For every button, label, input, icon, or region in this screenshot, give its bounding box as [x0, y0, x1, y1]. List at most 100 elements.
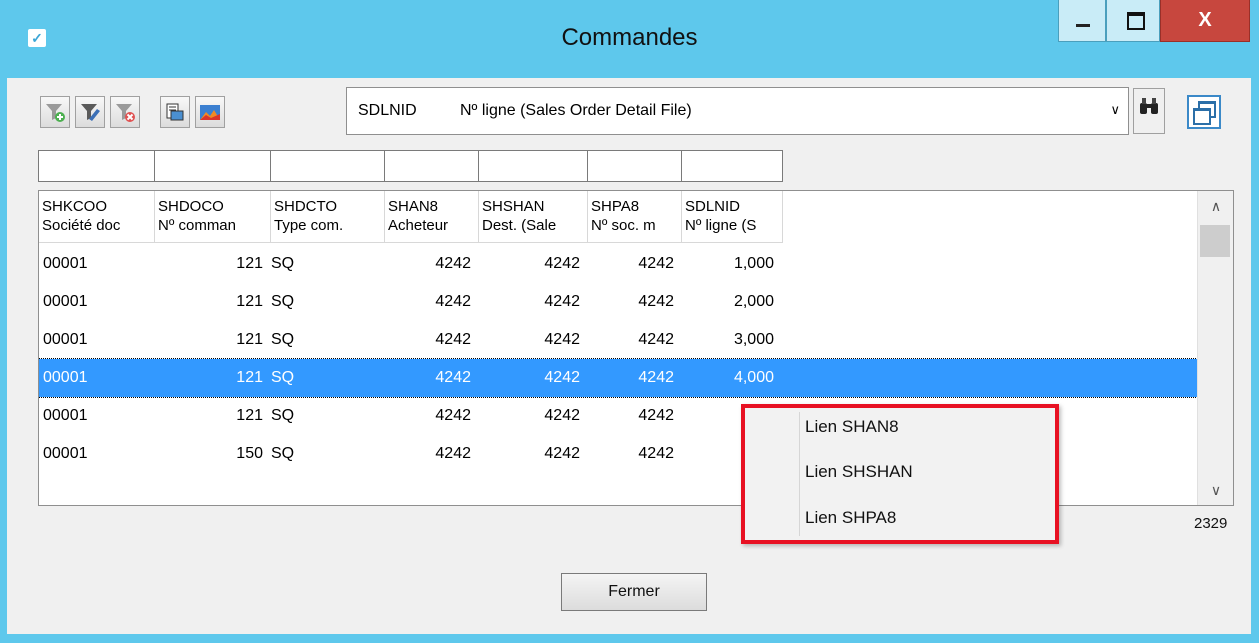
close-window-button[interactable]: X [1160, 0, 1250, 42]
menu-item-lien-shshan[interactable]: Lien SHSHAN [805, 462, 913, 482]
column-header[interactable]: SHDCTO Type com. [271, 191, 385, 243]
cell-shkcoo: 00001 [43, 331, 88, 348]
cell-shan8: 4242 [435, 407, 471, 424]
cell-shdoco: 121 [236, 293, 263, 310]
add-filter-icon[interactable] [40, 96, 70, 128]
context-menu: Lien SHAN8 Lien SHSHAN Lien SHPA8 [741, 404, 1059, 544]
menu-gutter [799, 412, 800, 536]
filter-input[interactable] [587, 150, 682, 182]
table-row-selected[interactable]: 00001 121 SQ 4242 4242 4242 4,000 [39, 358, 1198, 398]
scrollbar-thumb[interactable] [1200, 225, 1230, 257]
cell-shan8: 4242 [435, 293, 471, 310]
cell-shdoco: 121 [236, 369, 263, 386]
cell-shkcoo: 00001 [43, 255, 88, 272]
filter-input[interactable] [38, 150, 155, 182]
cell-shpa8: 4242 [638, 293, 674, 310]
column-code: SHPA8 [591, 198, 640, 215]
chevron-down-icon[interactable]: ∨ [1198, 475, 1233, 505]
cell-shdcto: SQ [271, 293, 295, 310]
window: ✓ Commandes X SDLNID Nº ligne (Sales Ord… [0, 0, 1259, 643]
cell-sdlnid: 1,000 [733, 255, 774, 272]
cell-shdcto: SQ [271, 445, 295, 462]
cell-shpa8: 4242 [638, 369, 674, 386]
grid-header: SHKCOO Société doc SHDOCO Nº comman SHDCTO… [39, 191, 783, 243]
column-header[interactable]: SHSHAN Dest. (Sale [479, 191, 588, 243]
cell-shshan: 4242 [544, 331, 580, 348]
chart-icon[interactable] [195, 96, 225, 128]
column-code: SDLNID [685, 198, 741, 215]
table-row[interactable]: 00001 121 SQ 4242 4242 4242 3,000 [39, 321, 1197, 359]
column-code: SHAN8 [388, 198, 439, 215]
cell-shdcto: SQ [271, 255, 295, 272]
filter-input[interactable] [154, 150, 271, 182]
column-header[interactable]: SHPA8 Nº soc. m [588, 191, 682, 243]
print-icon[interactable] [160, 96, 190, 128]
cell-shdoco: 121 [236, 407, 263, 424]
column-label: Dest. (Sale [482, 217, 557, 234]
restore-layout-icon[interactable] [1187, 95, 1221, 129]
column-label: Nº comman [158, 217, 236, 234]
cell-shshan: 4242 [544, 255, 580, 272]
chevron-down-icon[interactable]: ∨ [1110, 102, 1120, 118]
client-area: SDLNID Nº ligne (Sales Order Detail File… [7, 78, 1251, 634]
cell-shkcoo: 00001 [43, 407, 88, 424]
column-label: Type com. [274, 217, 344, 234]
record-count: 2329 [1194, 515, 1228, 532]
close-button[interactable]: Fermer [561, 573, 707, 611]
cell-shkcoo: 00001 [43, 293, 88, 310]
filter-input[interactable] [681, 150, 783, 182]
edit-filter-icon[interactable] [75, 96, 105, 128]
column-code: SHDOCO [158, 198, 224, 215]
cell-shan8: 4242 [435, 255, 471, 272]
field-code: SDLNID [358, 102, 417, 119]
cell-shdcto: SQ [271, 369, 295, 386]
cell-shan8: 4242 [435, 445, 471, 462]
vertical-scrollbar[interactable]: ∧ ∨ [1197, 191, 1233, 505]
column-label: Nº ligne (S [685, 217, 757, 234]
column-code: SHDCTO [274, 198, 338, 215]
column-header[interactable]: SDLNID Nº ligne (S [682, 191, 783, 243]
cell-shpa8: 4242 [638, 407, 674, 424]
column-header[interactable]: SHDOCO Nº comman [155, 191, 271, 243]
remove-filter-icon[interactable] [110, 96, 140, 128]
cell-shdoco: 121 [236, 255, 263, 272]
cell-shpa8: 4242 [638, 255, 674, 272]
cell-shdoco: 121 [236, 331, 263, 348]
title-bar[interactable]: ✓ Commandes X [0, 0, 1259, 78]
table-row[interactable]: 00001 121 SQ 4242 4242 4242 1,000 [39, 245, 1197, 283]
cell-shkcoo: 00001 [43, 445, 88, 462]
cell-sdlnid: 2,000 [733, 293, 774, 310]
cell-shan8: 4242 [435, 331, 471, 348]
field-description: Nº ligne (Sales Order Detail File) [460, 102, 692, 119]
filter-row [38, 150, 783, 182]
cell-shshan: 4242 [544, 293, 580, 310]
binoculars-search-icon[interactable] [1133, 88, 1165, 134]
minimize-button[interactable] [1058, 0, 1106, 42]
cell-shshan: 4242 [544, 369, 580, 386]
filter-input[interactable] [270, 150, 385, 182]
maximize-button[interactable] [1106, 0, 1160, 42]
cell-shkcoo: 00001 [43, 369, 88, 386]
column-label: Acheteur [388, 217, 449, 234]
cell-sdlnid: 4,000 [733, 369, 774, 386]
filter-input[interactable] [384, 150, 479, 182]
column-code: SHSHAN [482, 198, 545, 215]
menu-item-lien-shan8[interactable]: Lien SHAN8 [805, 417, 899, 437]
cell-shdcto: SQ [271, 407, 295, 424]
menu-item-lien-shpa8[interactable]: Lien SHPA8 [805, 508, 896, 528]
cell-shdoco: 150 [236, 445, 263, 462]
cell-shpa8: 4242 [638, 331, 674, 348]
filter-input[interactable] [478, 150, 588, 182]
column-header[interactable]: SHAN8 Acheteur [385, 191, 479, 243]
cell-sdlnid: 3,000 [733, 331, 774, 348]
chevron-up-icon[interactable]: ∧ [1198, 191, 1233, 221]
cell-shshan: 4242 [544, 407, 580, 424]
table-row[interactable]: 00001 121 SQ 4242 4242 4242 2,000 [39, 283, 1197, 321]
cell-shshan: 4242 [544, 445, 580, 462]
cell-shpa8: 4242 [638, 445, 674, 462]
field-select[interactable]: SDLNID Nº ligne (Sales Order Detail File… [346, 87, 1129, 135]
column-code: SHKCOO [42, 198, 108, 215]
column-header[interactable]: SHKCOO Société doc [39, 191, 155, 243]
column-label: Nº soc. m [591, 217, 656, 234]
cell-shan8: 4242 [435, 369, 471, 386]
